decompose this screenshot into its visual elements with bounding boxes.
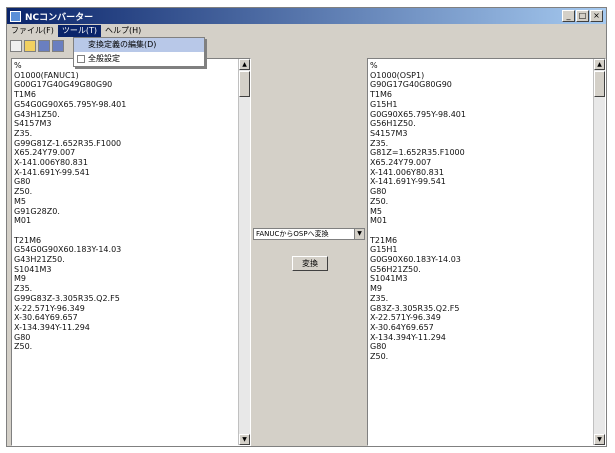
scroll-thumb[interactable] bbox=[239, 71, 250, 97]
code-line: T21M6 bbox=[14, 235, 42, 245]
code-line: G15H1 bbox=[370, 245, 398, 255]
menu-tools[interactable]: ツール(T) bbox=[57, 25, 101, 37]
code-line: S4157M3 bbox=[370, 128, 408, 138]
code-line: Z50. bbox=[14, 187, 33, 197]
code-line: G56H21Z50. bbox=[370, 264, 421, 274]
code-line: G0G90X65.795Y-98.401 bbox=[370, 109, 466, 119]
close-button[interactable]: × bbox=[590, 10, 603, 22]
scroll-up-icon[interactable]: ▲ bbox=[239, 59, 250, 70]
code-line: G54G0G90X60.183Y-14.03 bbox=[14, 245, 122, 255]
code-line: G56H1Z50. bbox=[370, 119, 416, 129]
code-line: G80 bbox=[14, 332, 31, 342]
menu-item-label: 全般設定 bbox=[88, 54, 120, 63]
settings-icon bbox=[77, 55, 85, 63]
tools-dropdown-menu: 変換定義の編集(D) 全般設定 bbox=[73, 37, 205, 67]
code-line: X-30.64Y69.657 bbox=[370, 322, 434, 332]
conversion-type-select[interactable]: FANUCからOSPへ変換 ▼ bbox=[253, 228, 365, 240]
code-line: Z50. bbox=[370, 196, 389, 206]
code-line: Z35. bbox=[14, 284, 33, 294]
maximize-button[interactable]: □ bbox=[576, 10, 589, 22]
conversion-type-value: FANUCからOSPへ変換 bbox=[256, 230, 329, 238]
code-line: X-141.691Y-99.541 bbox=[14, 167, 90, 177]
code-line: Z35. bbox=[370, 293, 389, 303]
code-line: X-134.394Y-11.294 bbox=[14, 322, 90, 332]
code-line: G80 bbox=[14, 177, 31, 187]
code-line: X-30.64Y69.657 bbox=[14, 313, 78, 323]
menu-item-general-settings[interactable]: 全般設定 bbox=[74, 52, 204, 66]
new-file-icon[interactable] bbox=[10, 39, 22, 52]
code-line: Z35. bbox=[370, 138, 389, 148]
code-line: X-141.006Y80.831 bbox=[14, 158, 88, 168]
menu-bar: ファイル(F) ツール(T) ヘルプ(H) bbox=[7, 25, 606, 37]
code-line: Z35. bbox=[14, 128, 33, 138]
chevron-down-icon[interactable]: ▼ bbox=[354, 229, 364, 239]
source-program-text[interactable]: % O1000(FANUC1) G00G17G40G49G80G90 T1M6 G54G… bbox=[11, 58, 251, 446]
menu-file[interactable]: ファイル(F) bbox=[7, 25, 58, 37]
code-line: T1M6 bbox=[370, 90, 392, 100]
code-line: Z50. bbox=[14, 342, 33, 352]
code-line: G91G28Z0. bbox=[14, 206, 60, 216]
code-line: M01 bbox=[370, 216, 388, 226]
code-line: G0G90X60.183Y-14.03 bbox=[370, 255, 461, 265]
output-lines: % O1000(OSP1) G90G17G40G80G90 T1M6 G15H1 G0G9… bbox=[370, 61, 591, 362]
code-line: O1000(FANUC1) bbox=[14, 70, 79, 80]
code-line: S4157M3 bbox=[14, 119, 52, 129]
scroll-thumb[interactable] bbox=[594, 71, 605, 97]
code-line: G81Z=1.652R35.F1000 bbox=[370, 148, 465, 158]
code-line: G80 bbox=[370, 187, 387, 197]
code-line: G54G0G90X65.795Y-98.401 bbox=[14, 99, 127, 109]
code-line: X-134.394Y-11.294 bbox=[370, 332, 446, 342]
menu-item-edit-conversion[interactable]: 変換定義の編集(D) bbox=[74, 38, 204, 52]
code-line: G90G17G40G80G90 bbox=[370, 80, 452, 90]
code-line: G00G17G40G49G80G90 bbox=[14, 80, 113, 90]
convert-button[interactable]: 変換 bbox=[292, 256, 328, 271]
code-line: X-22.571Y-96.349 bbox=[370, 313, 441, 323]
minimize-button[interactable]: _ bbox=[562, 10, 575, 22]
code-line: O1000(OSP1) bbox=[370, 70, 425, 80]
output-scrollbar[interactable]: ▲ ▼ bbox=[593, 59, 605, 445]
code-line: X65.24Y79.007 bbox=[370, 158, 432, 168]
app-window: NCコンバーター _ □ × ファイル(F) ツール(T) ヘルプ(H) 変換定… bbox=[6, 7, 607, 447]
code-line: M5 bbox=[370, 206, 382, 216]
window-title: NCコンバーター bbox=[25, 12, 94, 23]
window-controls: _ □ × bbox=[561, 10, 603, 22]
code-line: G43H21Z50. bbox=[14, 255, 65, 265]
code-line: X-141.691Y-99.541 bbox=[370, 177, 446, 187]
code-line: T1M6 bbox=[14, 90, 36, 100]
scroll-up-icon[interactable]: ▲ bbox=[594, 59, 605, 70]
code-line: G80 bbox=[370, 342, 387, 352]
code-line: G83Z-3.305R35.Q2.F5 bbox=[370, 303, 460, 313]
app-icon bbox=[10, 10, 21, 22]
code-line: G99G81Z-1.652R35.F1000 bbox=[14, 138, 122, 148]
code-line: G15H1 bbox=[370, 99, 398, 109]
code-line: G99G83Z-3.305R35.Q2.F5 bbox=[14, 293, 120, 303]
scroll-down-icon[interactable]: ▼ bbox=[239, 434, 250, 445]
code-line: S1041M3 bbox=[370, 274, 408, 284]
code-line: S1041M3 bbox=[14, 264, 52, 274]
output-program-text[interactable]: % O1000(OSP1) G90G17G40G80G90 T1M6 G15H1 G0G9… bbox=[367, 58, 606, 446]
code-line: M01 bbox=[14, 216, 32, 226]
source-lines: % O1000(FANUC1) G00G17G40G49G80G90 T1M6 G54G… bbox=[14, 61, 236, 352]
source-scrollbar[interactable]: ▲ ▼ bbox=[238, 59, 250, 445]
save-icon[interactable] bbox=[38, 39, 50, 52]
open-folder-icon[interactable] bbox=[24, 39, 36, 52]
code-line: X-22.571Y-96.349 bbox=[14, 303, 85, 313]
save-as-icon[interactable] bbox=[52, 39, 64, 52]
code-line: M9 bbox=[14, 274, 26, 284]
code-line: T21M6 bbox=[370, 235, 398, 245]
code-line: % bbox=[370, 61, 378, 70]
code-line: Z50. bbox=[370, 352, 389, 362]
scroll-down-icon[interactable]: ▼ bbox=[594, 434, 605, 445]
code-line: M5 bbox=[14, 196, 26, 206]
title-bar[interactable]: NCコンバーター _ □ × bbox=[7, 8, 606, 24]
code-line: G43H1Z50. bbox=[14, 109, 60, 119]
code-line: M9 bbox=[370, 284, 382, 294]
menu-help[interactable]: ヘルプ(H) bbox=[101, 25, 145, 37]
code-line: X-141.006Y80.831 bbox=[370, 167, 444, 177]
menu-item-label: 変換定義の編集(D) bbox=[88, 40, 157, 49]
code-line: X65.24Y79.007 bbox=[14, 148, 76, 158]
